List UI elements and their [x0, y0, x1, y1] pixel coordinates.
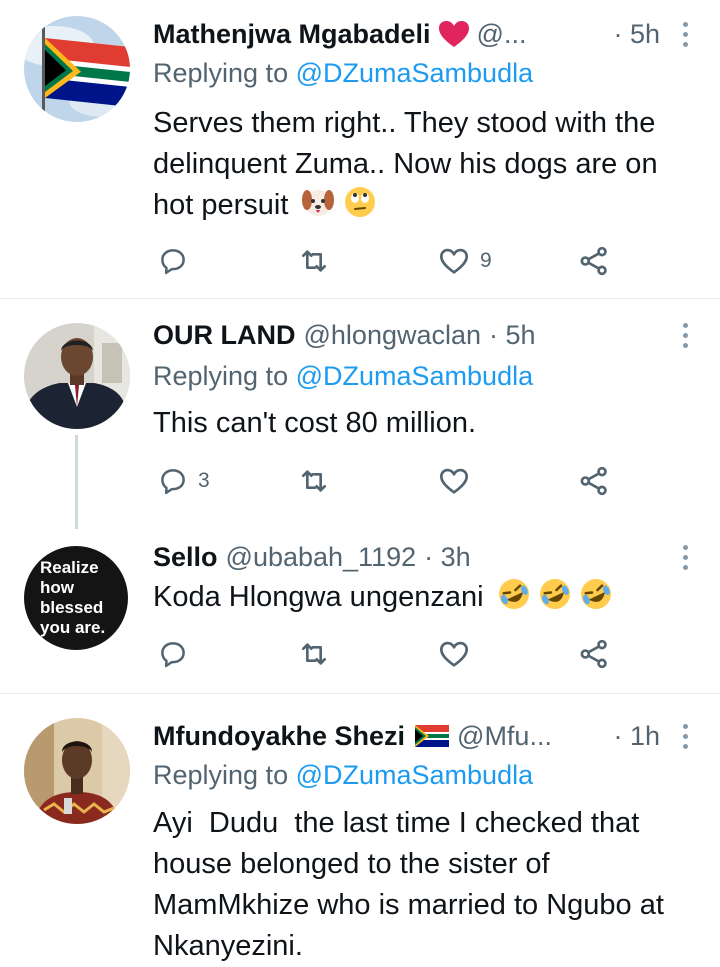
share-icon	[580, 466, 607, 496]
more-options-icon[interactable]	[678, 545, 692, 570]
share-icon	[580, 639, 607, 669]
avatar-quote-line: Realize	[40, 558, 99, 577]
tweet-timestamp[interactable]: · 1h	[613, 721, 660, 752]
like-button[interactable]	[438, 634, 480, 674]
retweet-icon	[302, 250, 326, 272]
tweet-timestamp[interactable]: · 5h	[613, 19, 660, 50]
replying-to-label: Replying to	[153, 58, 296, 88]
reply-icon	[161, 642, 185, 668]
share-button[interactable]	[578, 634, 610, 674]
replying-to-mention[interactable]: @DZumaSambudla	[296, 361, 534, 391]
man-in-suit-avatar-image	[24, 323, 130, 429]
tweet-actions: 9	[150, 241, 630, 281]
rolling-laughing-icon	[539, 578, 570, 609]
tweet-header: Sello @ubabah_1192 · 3h	[153, 537, 660, 577]
retweet-button[interactable]	[298, 241, 340, 281]
tweet-text-line: Nkanyezini.	[153, 930, 303, 962]
tweet-timestamp[interactable]: · 3h	[424, 542, 471, 573]
tweet-text-line: hot persuit	[153, 185, 690, 226]
tweet-text-line: Ayi Dudu the last time I checked that	[153, 807, 640, 839]
eye-roll-face-icon	[344, 186, 375, 217]
rolling-laughing-icon	[580, 578, 611, 609]
share-icon	[580, 246, 607, 276]
avatar-quote-line: how	[40, 578, 74, 597]
like-icon	[440, 248, 468, 274]
tweet-1[interactable]: Mathenjwa Mgabadeli @... · 5h Replying t…	[0, 0, 720, 298]
replying-to-label: Replying to	[153, 361, 296, 391]
replying-to: Replying to @DZumaSambudla	[153, 361, 533, 392]
retweet-icon	[302, 470, 326, 492]
like-button[interactable]: 9	[438, 241, 492, 281]
retweet-icon	[302, 643, 326, 665]
tweet-timestamp[interactable]: · 5h	[489, 320, 536, 351]
tweet-text: This can't cost 80 million.	[153, 403, 690, 444]
rolling-laughing-icon	[498, 578, 529, 609]
young-man-avatar-image	[24, 718, 130, 824]
reply-icon	[161, 249, 185, 275]
like-count: 9	[480, 249, 492, 272]
author-name[interactable]: Sello	[153, 542, 218, 573]
tweet-text-line: MamMkhize who is married to Ngubo at	[153, 889, 664, 921]
author-handle[interactable]: @...	[477, 19, 527, 50]
reply-button[interactable]: 3	[158, 461, 210, 501]
tweet-2[interactable]: OUR LAND @hlongwaclan · 5h Replying to @…	[0, 299, 720, 529]
reply-icon	[161, 469, 185, 495]
replying-to-label: Replying to	[153, 760, 296, 790]
avatar-man-in-suit[interactable]	[24, 323, 130, 429]
author-name[interactable]: Mathenjwa Mgabadeli	[153, 19, 431, 50]
share-button[interactable]	[578, 461, 610, 501]
tweet-actions: 3	[150, 461, 630, 501]
replying-to-mention[interactable]: @DZumaSambudla	[296, 760, 534, 790]
avatar-quote-line: blessed	[40, 598, 104, 617]
south-africa-flag-avatar-image	[24, 16, 130, 122]
retweet-button[interactable]	[298, 461, 340, 501]
reply-button[interactable]	[158, 241, 198, 281]
tweet-header: Mathenjwa Mgabadeli @... · 5h	[153, 14, 660, 54]
avatar-south-africa-flag[interactable]	[24, 16, 130, 122]
tweet-text-line: Koda Hlongwa ungenzani	[153, 577, 690, 618]
more-options-icon[interactable]	[678, 724, 692, 749]
red-heart-icon	[438, 20, 469, 48]
tweet-text: Serves them right.. They stood with the …	[153, 103, 690, 226]
replying-to: Replying to @DZumaSambudla	[153, 58, 533, 89]
retweet-button[interactable]	[298, 634, 340, 674]
author-name[interactable]: OUR LAND	[153, 320, 296, 351]
tweet-4[interactable]: Mfundoyakhe Shezi @Mfu... · 1h Replying …	[0, 694, 720, 963]
reply-button[interactable]	[158, 634, 198, 674]
author-handle[interactable]: @hlongwaclan	[304, 320, 482, 351]
like-button[interactable]	[438, 461, 480, 501]
author-handle[interactable]: @Mfu...	[457, 721, 552, 752]
tweet-text-line: This can't cost 80 million.	[153, 407, 477, 439]
tweet-text-line-content: hot persuit	[153, 189, 289, 221]
avatar-realize-how-blessed[interactable]: Realize how blessed you are.	[24, 546, 128, 650]
avatar-quote-line: you are.	[40, 618, 106, 637]
tweet-text: Ayi Dudu the last time I checked that ho…	[153, 803, 690, 967]
avatar-young-man[interactable]	[24, 718, 130, 824]
tweet-text-line: house belonged to the sister of	[153, 848, 550, 880]
avatar-quote-text: Realize how blessed you are.	[40, 558, 105, 638]
author-name[interactable]: Mfundoyakhe Shezi	[153, 721, 405, 752]
tweet-text-line: delinquent Zuma.. Now his dogs are on	[153, 148, 658, 180]
south-africa-flag-icon	[415, 725, 450, 747]
replying-to-mention[interactable]: @DZumaSambudla	[296, 58, 534, 88]
reply-count: 3	[198, 469, 210, 492]
author-handle[interactable]: @ubabah_1192	[226, 542, 417, 573]
tweet-header: OUR LAND @hlongwaclan · 5h	[153, 315, 660, 355]
share-button[interactable]	[578, 241, 610, 281]
dog-face-icon	[302, 186, 335, 216]
tweet-3[interactable]: Realize how blessed you are. Sello @ubab…	[0, 529, 720, 693]
replying-to: Replying to @DZumaSambudla	[153, 760, 533, 791]
thread-connector-line	[75, 435, 78, 529]
tweet-actions	[150, 634, 630, 674]
tweet-text-line-content: Koda Hlongwa ungenzani	[153, 581, 484, 613]
like-icon	[440, 468, 468, 494]
more-options-icon[interactable]	[678, 22, 692, 47]
tweet-header: Mfundoyakhe Shezi @Mfu... · 1h	[153, 716, 660, 756]
like-icon	[440, 641, 468, 667]
more-options-icon[interactable]	[678, 323, 692, 348]
tweet-text-line: Serves them right.. They stood with the	[153, 107, 656, 139]
tweet-text: Koda Hlongwa ungenzani	[153, 577, 690, 618]
